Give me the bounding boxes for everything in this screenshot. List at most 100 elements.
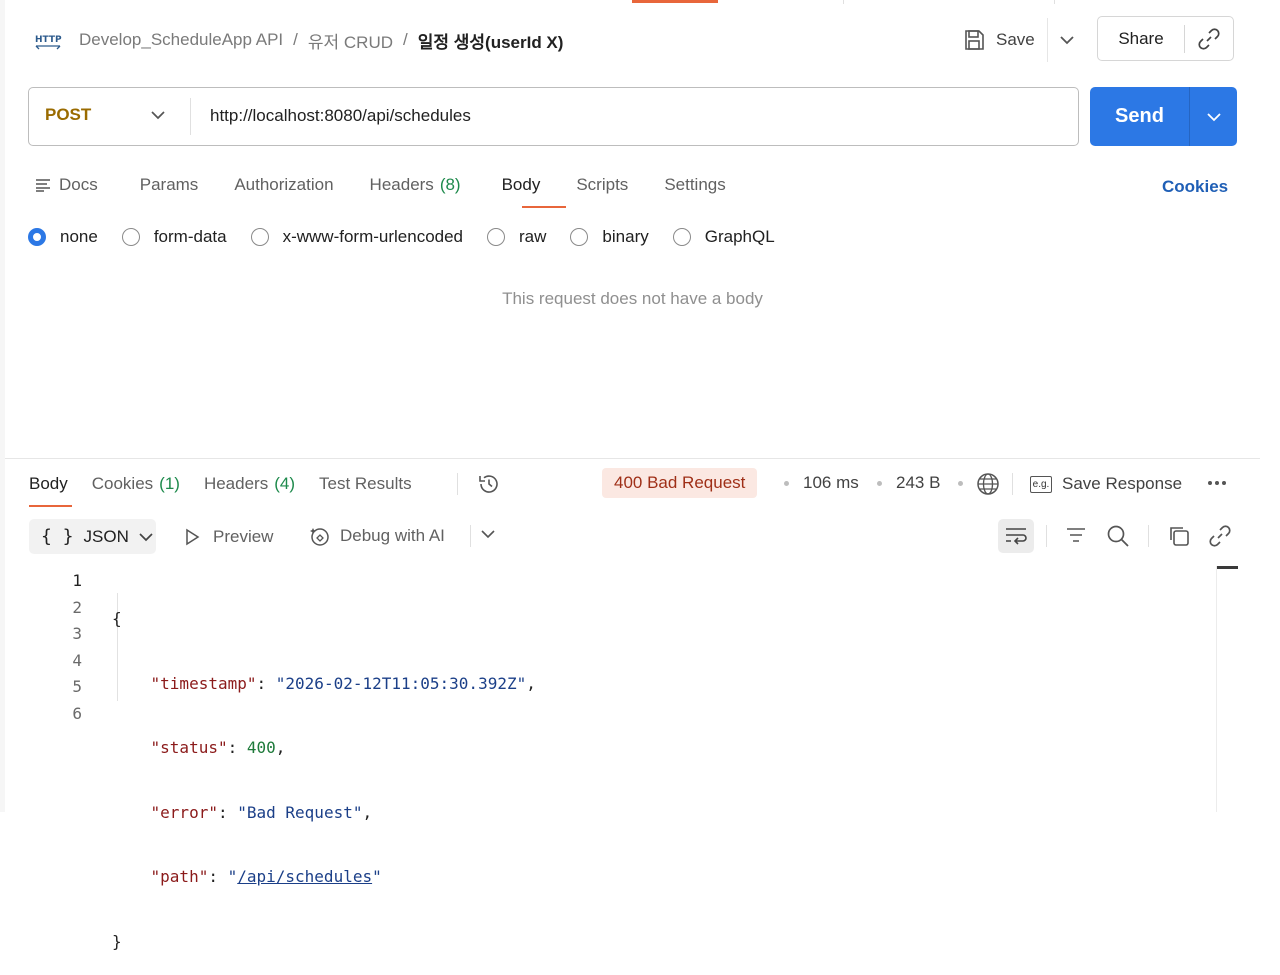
tab-label: Test Results — [319, 474, 412, 493]
tab-response-cookies[interactable]: Cookies (1) — [92, 474, 180, 494]
share-group: Share — [1097, 16, 1234, 61]
tab-body[interactable]: Body — [502, 175, 541, 195]
radio-circle[interactable] — [28, 228, 46, 246]
radio-none[interactable]: none — [28, 227, 98, 247]
tab-label: Body — [29, 474, 68, 493]
json-value-error: Bad Request — [246, 802, 353, 822]
search-icon[interactable] — [1106, 524, 1130, 553]
cookies-link[interactable]: Cookies — [1162, 177, 1228, 197]
active-tab-underline — [29, 505, 72, 507]
wrap-lines-button[interactable] — [998, 519, 1034, 553]
radio-circle[interactable] — [250, 228, 269, 246]
tab-label: Params — [139, 175, 199, 194]
filter-icon[interactable] — [1065, 525, 1087, 552]
more-options-icon[interactable] — [1208, 481, 1229, 485]
url-input[interactable] — [210, 104, 1050, 128]
chevron-down-icon[interactable] — [150, 108, 166, 126]
chevron-down-icon[interactable] — [480, 527, 496, 545]
active-tab-indicator — [632, 0, 718, 3]
radio-label: binary — [602, 227, 649, 246]
method-select[interactable]: POST — [45, 105, 91, 125]
scrollbar-track[interactable] — [1216, 566, 1217, 812]
tab-label: Authorization — [234, 175, 334, 194]
copy-link-button[interactable] — [1185, 27, 1233, 51]
tab-params[interactable]: Params — [140, 175, 199, 195]
share-button[interactable]: Share — [1098, 29, 1184, 49]
radio-graphql[interactable]: GraphQL — [672, 227, 775, 247]
json-key-error: "error" — [150, 802, 218, 822]
line-number: 5 — [72, 677, 82, 697]
breadcrumb-folder[interactable]: 유저 CRUD — [308, 28, 393, 53]
radio-circle[interactable] — [487, 228, 506, 246]
line-number: 6 — [72, 703, 82, 723]
radio-raw[interactable]: raw — [487, 227, 546, 247]
json-value-path-link[interactable]: /api/schedules — [237, 867, 372, 886]
response-body-code[interactable]: { "timestamp": "2026-02-12T11:05:30.392Z… — [112, 568, 536, 975]
breadcrumb-separator: / — [403, 30, 408, 49]
json-key-path: "path" — [150, 867, 209, 887]
response-time[interactable]: 106 ms — [803, 473, 859, 493]
divider — [190, 98, 191, 135]
copy-icon[interactable] — [1167, 524, 1191, 553]
scrollbar-thumb[interactable] — [1217, 566, 1238, 569]
json-key-status: "status" — [150, 738, 228, 758]
divider — [1047, 18, 1048, 62]
breadcrumb-separator: / — [293, 30, 298, 49]
sidebar-edge — [0, 0, 5, 812]
save-response-label: Save Response — [1062, 474, 1183, 493]
line-numbers: 1 2 3 4 5 6 — [60, 568, 82, 728]
tab-response-body[interactable]: Body — [29, 474, 68, 494]
request-tabs: Docs Params Authorization Headers (8) Bo… — [35, 173, 762, 197]
active-tab-underline — [522, 206, 566, 208]
link-icon[interactable] — [1208, 524, 1232, 553]
tab-count: (8) — [439, 175, 461, 194]
response-tabs: Body Cookies (1) Headers (4) Test Result… — [29, 472, 436, 496]
chevron-down-icon — [1206, 112, 1221, 121]
separator-dot — [958, 481, 963, 486]
status-badge[interactable]: 400 Bad Request — [602, 468, 758, 498]
svg-text:HTTP: HTTP — [35, 35, 62, 45]
radio-circle[interactable] — [121, 228, 140, 246]
line-number: 3 — [72, 624, 82, 644]
tab-count: (1) — [159, 474, 180, 493]
braces-icon: { } — [41, 526, 74, 547]
divider — [1012, 473, 1013, 495]
divider — [1148, 525, 1149, 547]
divider — [1046, 525, 1047, 547]
tab-response-headers[interactable]: Headers (4) — [204, 474, 295, 494]
radio-circle[interactable] — [672, 228, 691, 246]
format-select[interactable]: { } JSON — [29, 519, 156, 554]
globe-icon[interactable] — [975, 471, 1001, 502]
tab-label: Cookies — [91, 474, 154, 493]
pane-splitter[interactable] — [5, 458, 1260, 459]
format-label: JSON — [83, 526, 129, 546]
ai-sparkle-icon — [310, 528, 329, 546]
tab-headers[interactable]: Headers (8) — [370, 175, 461, 195]
tab-docs[interactable]: Docs — [35, 175, 98, 195]
link-icon — [1198, 27, 1220, 50]
save-button[interactable]: Save — [962, 26, 1035, 54]
save-icon — [965, 30, 984, 50]
tab-settings[interactable]: Settings — [664, 175, 725, 195]
tab-authorization[interactable]: Authorization — [234, 175, 333, 195]
radio-binary[interactable]: binary — [570, 227, 649, 247]
response-size[interactable]: 243 B — [896, 473, 940, 493]
request-name[interactable]: 일정 생성(userId X) — [418, 28, 564, 53]
save-options-button[interactable] — [1056, 28, 1078, 52]
tab-test-results[interactable]: Test Results — [319, 474, 412, 494]
radio-form-data[interactable]: form-data — [121, 227, 227, 247]
radio-x-www-form-urlencoded[interactable]: x-www-form-urlencoded — [250, 227, 463, 247]
debug-label: Debug with AI — [340, 526, 445, 545]
divider — [470, 525, 471, 547]
send-options-button[interactable] — [1190, 111, 1237, 123]
history-icon[interactable] — [476, 471, 502, 502]
send-button[interactable]: Send — [1090, 105, 1189, 128]
preview-button[interactable]: Preview — [183, 525, 273, 549]
chevron-down-icon — [1060, 36, 1074, 45]
breadcrumb-collection[interactable]: Develop_ScheduleApp API — [79, 30, 283, 50]
line-number: 2 — [72, 597, 82, 617]
debug-with-ai-button[interactable]: Debug with AI — [308, 524, 445, 548]
save-response-button[interactable]: e.g. Save Response — [1030, 472, 1182, 496]
tab-scripts[interactable]: Scripts — [576, 175, 628, 195]
radio-circle[interactable] — [570, 228, 589, 246]
